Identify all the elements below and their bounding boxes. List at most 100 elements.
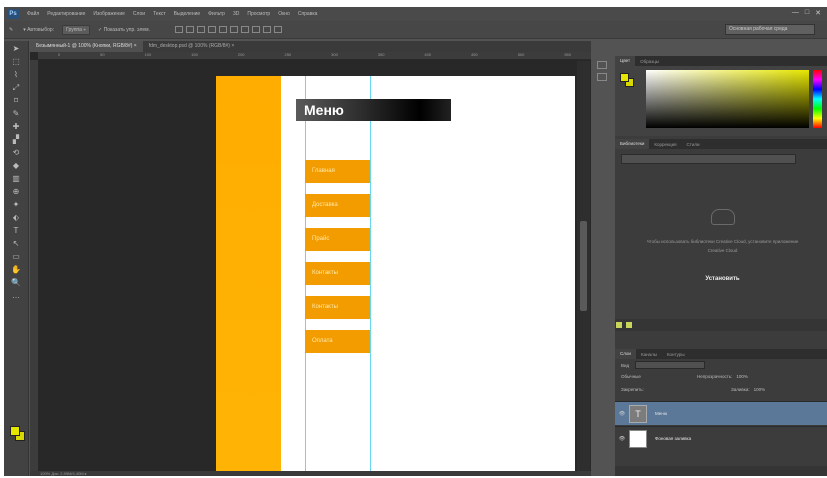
foreground-color-swatch[interactable]	[10, 426, 20, 436]
pen-tool-icon[interactable]: ⬖	[9, 213, 23, 223]
auto-select-dropdown[interactable]: Группа ÷	[62, 24, 91, 35]
blend-mode-select[interactable]: Обычные	[621, 374, 697, 379]
distribute-bottom-icon[interactable]	[263, 26, 272, 33]
brush-tool-icon[interactable]: ▞	[9, 135, 23, 145]
hue-slider[interactable]	[813, 70, 822, 128]
menu-view[interactable]: Просмотр	[243, 11, 274, 17]
menu-file[interactable]: Файл	[23, 11, 43, 17]
type-tool-icon[interactable]: T	[9, 226, 23, 236]
menu-image[interactable]: Изображение	[89, 11, 129, 17]
history-brush-tool-icon[interactable]: ⟲	[9, 148, 23, 158]
show-transform-checkbox[interactable]: ✓ Показать упр. элем.	[93, 27, 155, 33]
zoom-tool-icon[interactable]: 🔍	[9, 278, 23, 288]
distribute-middle-icon[interactable]	[252, 26, 261, 33]
opacity-value[interactable]: 100%	[736, 374, 748, 379]
scrollbar-thumb[interactable]	[580, 221, 587, 311]
more-tools-icon[interactable]: …	[9, 291, 23, 301]
distribute-top-icon[interactable]	[241, 26, 250, 33]
status-bar: 100% Док: 2,99M/4,40M ▸	[30, 471, 591, 476]
shape-tool-icon[interactable]: ▭	[9, 252, 23, 262]
menu-layers[interactable]: Слои	[129, 11, 149, 17]
menu-filter[interactable]: Фильтр	[204, 11, 229, 17]
eraser-tool-icon[interactable]: ◆	[9, 161, 23, 171]
properties-panel-icon[interactable]	[597, 73, 607, 81]
creative-cloud-icon	[711, 209, 735, 225]
crop-tool-icon[interactable]: ⌑	[9, 96, 23, 106]
library-select[interactable]	[621, 154, 796, 164]
blur-tool-icon[interactable]: ⊕	[9, 187, 23, 197]
install-link[interactable]: Установить	[675, 276, 770, 282]
workspace-select[interactable]: Основная рабочая среда	[725, 24, 815, 35]
marquee-tool-icon[interactable]: ⬚	[9, 57, 23, 67]
document-area: Безымянный-1 @ 100% (Кнопки, RGB/8#) × f…	[30, 41, 591, 476]
canvas[interactable]: Меню Главная Доставка Прайс Контакты Кон…	[216, 76, 575, 471]
ps-logo: Ps	[7, 9, 19, 19]
tab-channels[interactable]: Каналы	[636, 352, 662, 357]
menu-select[interactable]: Выделение	[170, 11, 205, 17]
history-panel-icon[interactable]	[597, 61, 607, 69]
tab-adjustments[interactable]: Коррекция	[649, 142, 681, 147]
library-graphic-icon[interactable]	[625, 322, 632, 328]
right-panels: Цвет Образцы Библиотеки Коррекция Стили …	[615, 56, 827, 476]
tab-paths[interactable]: Контуры	[662, 352, 690, 357]
align-left-icon[interactable]	[208, 26, 217, 33]
library-add-icon[interactable]	[616, 322, 622, 328]
align-middle-icon[interactable]	[186, 26, 195, 33]
visibility-eye-icon[interactable]: 👁	[615, 436, 629, 442]
menu-button-price: Прайс	[305, 228, 370, 251]
quick-select-tool-icon[interactable]: ⤢	[9, 83, 23, 93]
toolbox: ➤ ⬚ ⌇ ⤢ ⌑ ✎ ✚ ▞ ⟲ ◆ ▥ ⊕ ✦ ⬖ T ↖ ▭ ✋ 🔍 …	[4, 41, 29, 476]
vertical-scrollbar[interactable]	[577, 61, 590, 471]
minimize-icon[interactable]: —	[792, 9, 799, 17]
guide-line[interactable]	[370, 76, 371, 471]
kind-select[interactable]	[635, 361, 706, 369]
healing-tool-icon[interactable]: ✚	[9, 122, 23, 132]
layer-row-menu[interactable]: 👁 T Меню	[615, 401, 827, 425]
menu-text[interactable]: Текст	[149, 11, 170, 17]
maximize-icon[interactable]: □	[805, 9, 809, 17]
library-footer	[615, 319, 827, 331]
tab-libraries[interactable]: Библиотеки	[615, 139, 650, 149]
dodge-tool-icon[interactable]: ✦	[9, 200, 23, 210]
gradient-tool-icon[interactable]: ▥	[9, 174, 23, 184]
library-message: Чтобы использовать библиотеки Creative C…	[646, 239, 799, 253]
layer-thumbnail	[629, 429, 647, 448]
ruler-tick: 50	[100, 52, 105, 57]
tab-color[interactable]: Цвет	[615, 56, 636, 66]
menu-help[interactable]: Справка	[294, 11, 322, 17]
hand-tool-icon[interactable]: ✋	[9, 265, 23, 275]
menu-edit[interactable]: Редактирование	[43, 11, 89, 17]
menu-bar: Ps Файл Редактирование Изображение Слои …	[4, 7, 827, 21]
tab-layers[interactable]: Слои	[615, 349, 636, 359]
doc-tab-active[interactable]: Безымянный-1 @ 100% (Кнопки, RGB/8#) ×	[30, 41, 143, 52]
menu-3d[interactable]: 3D	[229, 11, 243, 17]
ruler-tick: 400	[424, 52, 432, 57]
close-icon[interactable]: ✕	[815, 9, 821, 17]
align-center-icon[interactable]	[219, 26, 228, 33]
move-tool-icon[interactable]: ✎	[4, 27, 18, 33]
align-bottom-icon[interactable]	[197, 26, 206, 33]
layer-row-background-fill[interactable]: 👁 Фоновая заливка	[615, 426, 827, 450]
auto-select-checkbox[interactable]: ▾ Автовыбор:	[18, 27, 59, 33]
tab-styles[interactable]: Стили	[682, 142, 705, 147]
color-panel: Цвет Образцы	[615, 56, 827, 136]
ruler-tick: 350	[377, 52, 385, 57]
mode-3d-icon[interactable]	[274, 26, 283, 33]
lock-row: Закрепить: Заливка: 100%	[615, 387, 827, 392]
doc-tab[interactable]: fdm_desktop.psd @ 100% (RGB/8#) ×	[143, 41, 241, 52]
menu-window[interactable]: Окно	[274, 11, 294, 17]
move-tool-icon[interactable]: ➤	[9, 44, 23, 54]
eyedropper-tool-icon[interactable]: ✎	[9, 109, 23, 119]
color-picker-field[interactable]	[646, 70, 809, 128]
fill-value[interactable]: 100%	[754, 387, 766, 392]
lasso-tool-icon[interactable]: ⌇	[9, 70, 23, 80]
ruler-tick: 500	[517, 52, 525, 57]
panel-foreground-swatch[interactable]	[620, 73, 629, 82]
menu-button-home: Главная	[305, 160, 370, 183]
tab-swatches[interactable]: Образцы	[635, 59, 664, 64]
path-select-tool-icon[interactable]: ↖	[9, 239, 23, 249]
libraries-panel: Библиотеки Коррекция Стили Чтобы использ…	[615, 139, 827, 331]
align-top-icon[interactable]	[175, 26, 184, 33]
align-right-icon[interactable]	[230, 26, 239, 33]
visibility-eye-icon[interactable]: 👁	[615, 411, 629, 417]
